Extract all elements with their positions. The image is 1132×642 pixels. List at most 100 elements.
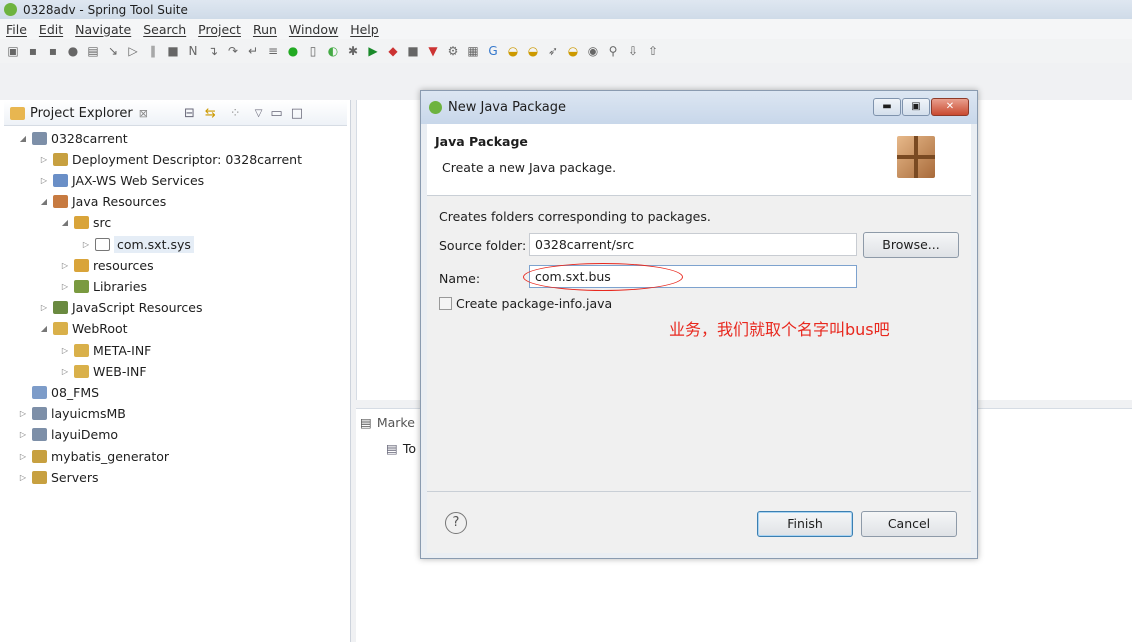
new-class-icon[interactable]: G: [486, 44, 500, 58]
expanded-arrow-icon[interactable]: ◢: [39, 197, 49, 206]
next-annotation-icon[interactable]: ⇩: [626, 44, 640, 58]
collapsed-arrow-icon[interactable]: ▷: [39, 176, 49, 185]
step-over-icon[interactable]: ↷: [226, 44, 240, 58]
tree-item-label: JAX-WS Web Services: [72, 172, 205, 188]
external-tools-icon[interactable]: ◆: [386, 44, 400, 58]
tree-item[interactable]: ▷ JAX-WS Web Services: [39, 170, 204, 190]
search-icon[interactable]: ⚲: [606, 44, 620, 58]
tree-item[interactable]: ◢ WebRoot: [39, 319, 128, 339]
profile-icon[interactable]: ●: [66, 44, 80, 58]
close-button[interactable]: ✕: [931, 98, 969, 116]
save-icon[interactable]: ▪: [26, 44, 40, 58]
menu-window[interactable]: Window: [289, 22, 338, 37]
expanded-arrow-icon[interactable]: ◢: [18, 134, 28, 143]
maximize-button[interactable]: ▣: [902, 98, 930, 116]
collapsed-arrow-icon[interactable]: ▷: [18, 430, 28, 439]
view-menu-icon[interactable]: ▽: [255, 108, 263, 119]
prev-annotation-icon[interactable]: ⇧: [646, 44, 660, 58]
tab-markers[interactable]: ▤ Marke: [360, 415, 415, 430]
tree-item[interactable]: ▷ layuiDemo: [18, 425, 118, 445]
menu-search[interactable]: Search: [143, 22, 186, 37]
cancel-button[interactable]: Cancel: [861, 511, 957, 537]
save-all-icon[interactable]: ▪: [46, 44, 60, 58]
open-folder-icon[interactable]: ◒: [526, 44, 540, 58]
menu-run[interactable]: Run: [253, 22, 277, 37]
console-icon[interactable]: ▤: [86, 44, 100, 58]
run-icon[interactable]: ▶: [366, 44, 380, 58]
tree-item-label: com.sxt.sys: [114, 235, 194, 253]
terminate-icon[interactable]: ■: [166, 44, 180, 58]
tree-item[interactable]: ▷ com.sxt.sys: [81, 234, 194, 254]
collapsed-arrow-icon[interactable]: ▷: [39, 155, 49, 164]
collapsed-arrow-icon[interactable]: ▷: [18, 452, 28, 461]
menu-edit[interactable]: Edit: [39, 22, 63, 37]
collapsed-arrow-icon[interactable]: ▷: [18, 409, 28, 418]
folder-icon[interactable]: ◒: [566, 44, 580, 58]
collapse-all-icon[interactable]: ⊟: [184, 106, 205, 121]
filter-icon[interactable]: ⁘: [230, 106, 241, 121]
tree-item[interactable]: ▷ Deployment Descriptor: 0328carrent: [39, 149, 302, 169]
finish-button[interactable]: Finish: [757, 511, 853, 537]
collapsed-arrow-icon[interactable]: ▷: [60, 282, 70, 291]
tree-item[interactable]: ◢ src: [60, 213, 111, 233]
step-into-icon[interactable]: ↴: [206, 44, 220, 58]
browse-button[interactable]: Browse...: [863, 232, 959, 258]
link-editor-icon[interactable]: ⇆: [205, 106, 216, 121]
tab-project-explorer[interactable]: Project Explorer ⊠ ⊟ ⇆ ⁘ ▽ ▭ □: [4, 101, 347, 126]
open-type-icon[interactable]: ◒: [506, 44, 520, 58]
tree-item[interactable]: ▷ META-INF: [60, 340, 151, 360]
tree-item-label: Java Resources: [72, 194, 167, 210]
tree-item[interactable]: ▷ JavaScript Resources: [39, 298, 203, 318]
deploy-icon[interactable]: ▼: [426, 44, 440, 58]
markers-item[interactable]: ▤ To: [386, 441, 416, 456]
new-project-icon[interactable]: ▦: [466, 44, 480, 58]
source-folder-input[interactable]: 0328carrent/src: [529, 233, 857, 256]
tree-item[interactable]: ▷ Servers: [18, 467, 99, 487]
menu-help[interactable]: Help: [350, 22, 379, 37]
collapsed-arrow-icon[interactable]: ▷: [18, 473, 28, 482]
new-icon[interactable]: ▣: [6, 44, 20, 58]
collapsed-arrow-icon[interactable]: ▷: [81, 240, 91, 249]
disconnect-icon[interactable]: N: [186, 44, 200, 58]
spring-icon[interactable]: ◐: [326, 44, 340, 58]
globe-icon[interactable]: ◉: [586, 44, 600, 58]
tree-item[interactable]: ▷ WEB-INF: [60, 361, 147, 381]
stop-icon[interactable]: ■: [406, 44, 420, 58]
perspective-icon[interactable]: ▯: [306, 44, 320, 58]
package-info-checkbox[interactable]: [439, 297, 452, 310]
minimize-button[interactable]: ▬: [873, 98, 901, 116]
help-icon[interactable]: ?: [445, 512, 467, 534]
tree-item[interactable]: ▷ Libraries: [60, 276, 147, 296]
format-icon[interactable]: ≡: [266, 44, 280, 58]
collapsed-arrow-icon[interactable]: ▷: [60, 367, 70, 376]
menu-project[interactable]: Project: [198, 22, 241, 37]
package-info-checkbox-row[interactable]: Create package-info.java: [439, 296, 612, 311]
tree-item[interactable]: ◢ Java Resources: [39, 192, 166, 212]
tree-item[interactable]: ▷ resources: [60, 255, 154, 275]
task-icon: ▤: [386, 441, 398, 456]
close-icon[interactable]: ⊠: [139, 107, 148, 120]
rocket-icon[interactable]: ➶: [546, 44, 560, 58]
maximize-icon[interactable]: □: [291, 106, 303, 121]
folder-icon: [53, 152, 68, 166]
tree-item[interactable]: ◢ 0328carrent: [18, 128, 128, 148]
expanded-arrow-icon[interactable]: ◢: [39, 324, 49, 333]
expanded-arrow-icon[interactable]: ◢: [60, 218, 70, 227]
menu-navigate[interactable]: Navigate: [75, 22, 131, 37]
collapsed-arrow-icon[interactable]: ▷: [39, 303, 49, 312]
suspend-icon[interactable]: ∥: [146, 44, 160, 58]
resume-icon[interactable]: ▷: [126, 44, 140, 58]
tree-item[interactable]: ▷ layuicmsMB: [18, 404, 126, 424]
tree-item[interactable]: ▷ mybatis_generator: [18, 446, 169, 466]
step-return-icon[interactable]: ↵: [246, 44, 260, 58]
skip-breakpoints-icon[interactable]: ↘: [106, 44, 120, 58]
minimize-icon[interactable]: ▭: [270, 106, 282, 121]
new-server-icon[interactable]: ⚙: [446, 44, 460, 58]
menu-file[interactable]: File: [6, 22, 27, 37]
tree-item[interactable]: 08_FMS: [18, 382, 99, 402]
debug-icon[interactable]: ✱: [346, 44, 360, 58]
collapsed-arrow-icon[interactable]: ▷: [60, 261, 70, 270]
boot-dashboard-icon[interactable]: ●: [286, 44, 300, 58]
collapsed-arrow-icon[interactable]: ▷: [60, 346, 70, 355]
new-java-package-dialog: New Java Package ▬ ▣ ✕ Java Package Crea…: [420, 90, 978, 559]
